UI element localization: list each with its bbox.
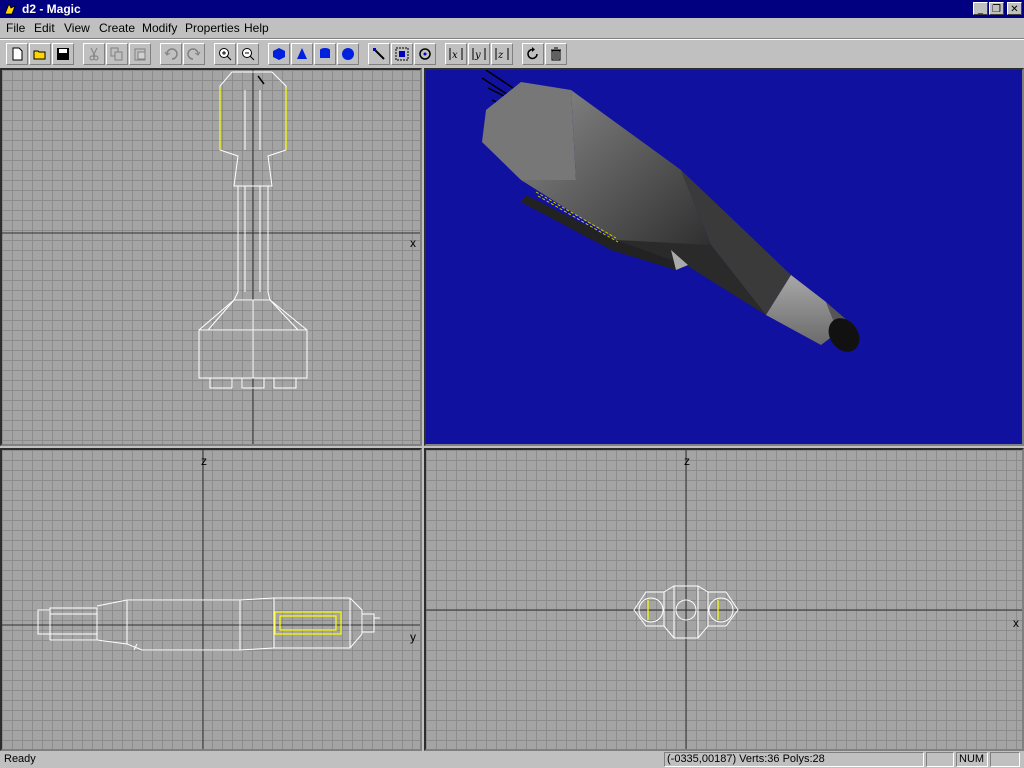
toolbar: x y z xyxy=(0,39,1024,68)
trash-icon xyxy=(551,47,561,61)
create-sphere-button[interactable] xyxy=(337,43,359,65)
menu-view[interactable]: View xyxy=(64,21,90,35)
select-button[interactable] xyxy=(368,43,390,65)
refresh-icon xyxy=(527,47,538,60)
status-coords-pane: (-0335,00187) Verts:36 Polys:28 xyxy=(664,752,924,767)
menu-bar: File Edit View Create Modify Properties … xyxy=(0,18,1024,39)
side-view-wireframe xyxy=(2,450,420,749)
svg-text:x: x xyxy=(452,50,458,61)
viewport-top[interactable]: x xyxy=(0,68,422,446)
paste-button[interactable] xyxy=(129,43,151,65)
restore-button[interactable]: ❐ xyxy=(989,2,1004,15)
menu-modify[interactable]: Modify xyxy=(142,21,177,35)
axis-label-x: x xyxy=(410,236,416,250)
status-caps-pane xyxy=(926,752,954,767)
refresh-button[interactable] xyxy=(522,43,544,65)
mirror-y-icon: y xyxy=(472,48,486,61)
new-file-button[interactable] xyxy=(6,43,28,65)
axis-label-x-front: x xyxy=(1013,616,1019,630)
zoom-out-icon xyxy=(242,48,255,61)
close-button[interactable]: ✕ xyxy=(1007,2,1022,15)
top-view-wireframe xyxy=(2,70,420,444)
status-message: Ready xyxy=(4,753,36,765)
status-bar: Ready (-0335,00187) Verts:36 Polys:28 NU… xyxy=(0,751,1024,768)
cylinder-shape-icon xyxy=(320,48,330,58)
mirror-x-button[interactable]: x xyxy=(445,43,467,65)
svg-text:z: z xyxy=(497,50,504,61)
title-bar: d2 - Magic _ ❐ ✕ xyxy=(0,0,1024,18)
axis-label-z-front: z xyxy=(684,454,690,468)
app-icon xyxy=(4,3,16,15)
rendered-model xyxy=(481,70,860,352)
menu-edit[interactable]: Edit xyxy=(34,21,55,35)
status-num: NUM xyxy=(959,753,985,765)
viewport-side[interactable]: z y xyxy=(0,448,422,751)
viewport-3d-render[interactable] xyxy=(424,68,1024,446)
new-file-icon xyxy=(12,47,23,61)
svg-text:y: y xyxy=(474,50,481,61)
minimize-button[interactable]: _ xyxy=(973,2,988,15)
window-title: d2 - Magic xyxy=(22,2,81,16)
front-view-wireframe xyxy=(426,450,1022,749)
cut-icon xyxy=(89,47,99,61)
save-button[interactable] xyxy=(52,43,74,65)
zoom-out-button[interactable] xyxy=(237,43,259,65)
status-num-pane: NUM xyxy=(956,752,988,767)
status-scrl-pane xyxy=(990,752,1020,767)
create-cube-button[interactable] xyxy=(268,43,290,65)
mirror-z-button[interactable]: z xyxy=(491,43,513,65)
open-button[interactable] xyxy=(29,43,51,65)
select-icon xyxy=(373,48,385,60)
viewport-front[interactable]: z x xyxy=(424,448,1024,751)
rotate-view-button[interactable] xyxy=(414,43,436,65)
axis-label-y: y xyxy=(410,630,416,644)
paste-icon xyxy=(134,48,146,61)
undo-button[interactable] xyxy=(160,43,182,65)
select-region-button[interactable] xyxy=(391,43,413,65)
zoom-in-button[interactable] xyxy=(214,43,236,65)
status-coords: (-0335,00187) xyxy=(667,753,737,765)
status-stats: Verts:36 Polys:28 xyxy=(739,753,825,765)
copy-icon xyxy=(110,47,123,61)
sphere-shape-icon xyxy=(342,48,354,60)
undo-icon xyxy=(164,48,178,60)
menu-file[interactable]: File xyxy=(6,21,25,35)
menu-help[interactable]: Help xyxy=(244,21,269,35)
zoom-in-icon xyxy=(219,48,232,61)
create-cone-button[interactable] xyxy=(291,43,313,65)
select-region-icon xyxy=(395,47,409,61)
delete-button[interactable] xyxy=(545,43,567,65)
cut-button[interactable] xyxy=(83,43,105,65)
mirror-y-button[interactable]: y xyxy=(468,43,490,65)
axis-label-z: z xyxy=(201,454,207,468)
cone-shape-icon xyxy=(297,48,307,59)
save-disk-icon xyxy=(57,48,69,60)
redo-button[interactable] xyxy=(183,43,205,65)
mirror-z-icon: z xyxy=(495,48,509,61)
copy-button[interactable] xyxy=(106,43,128,65)
cube-shape-icon xyxy=(273,48,285,60)
menu-properties[interactable]: Properties xyxy=(185,21,240,35)
mirror-x-icon: x xyxy=(449,48,463,61)
create-cylinder-button[interactable] xyxy=(314,43,336,65)
rotate-view-icon xyxy=(419,48,431,60)
redo-icon xyxy=(187,48,201,60)
menu-create[interactable]: Create xyxy=(99,21,135,35)
open-folder-icon xyxy=(33,50,46,60)
